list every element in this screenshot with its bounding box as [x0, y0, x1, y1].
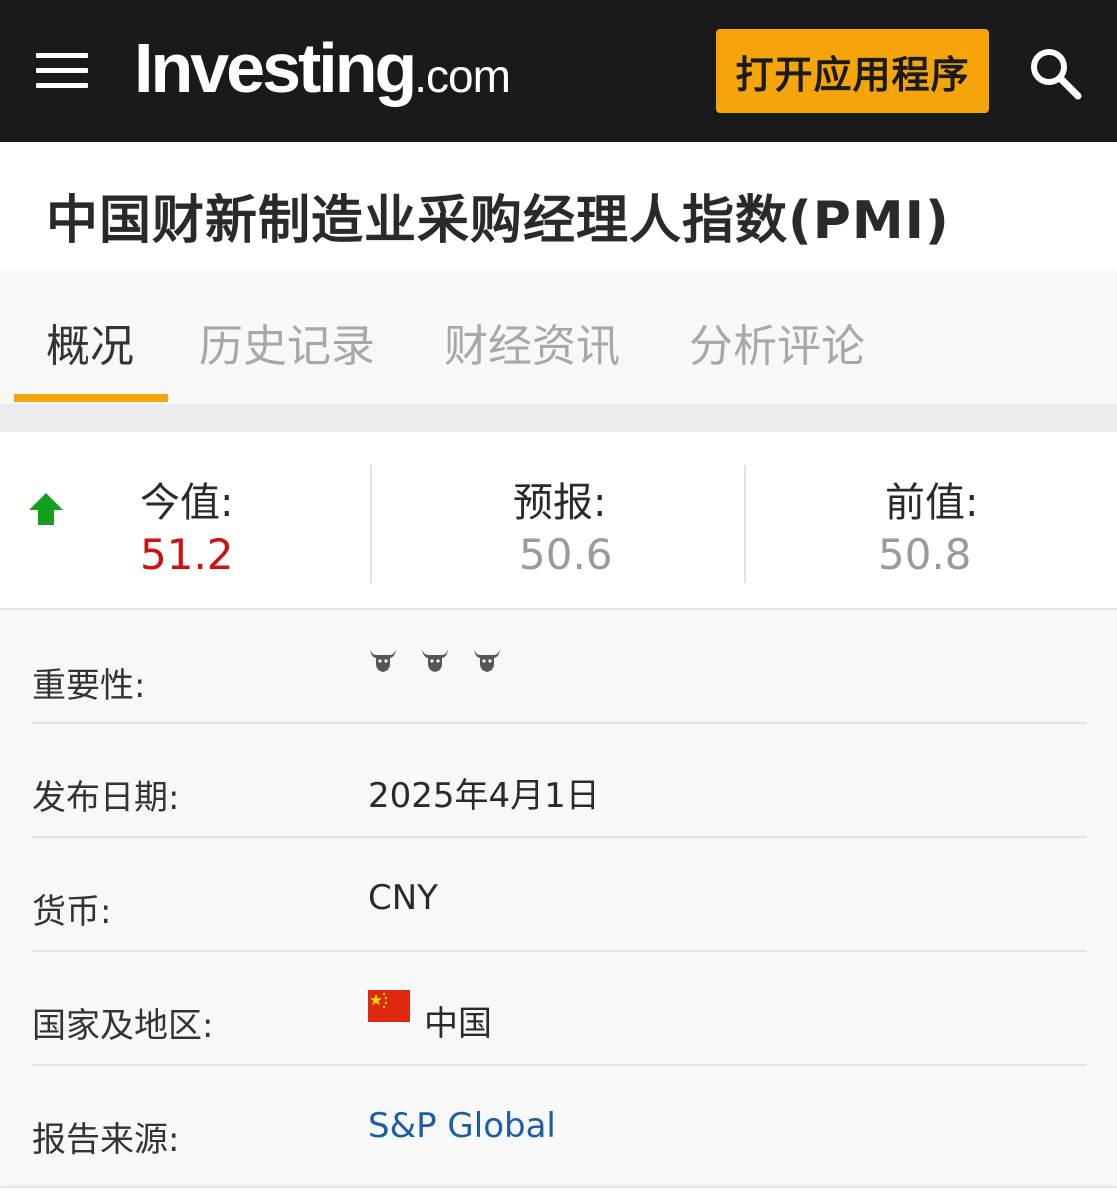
active-tab-indicator [14, 394, 168, 402]
currency-value: CNY [368, 878, 438, 918]
tab-overview[interactable]: 概况 [46, 310, 134, 374]
next-card-edge [0, 1188, 1117, 1200]
tab-bar: 概况 历史记录 财经资讯 分析评论 [0, 270, 1117, 404]
release-date-value: 2025年4月1日 [368, 776, 600, 816]
country-value: 中国 [424, 1004, 492, 1044]
divider [744, 465, 746, 583]
logo-domain-text: .com [414, 50, 511, 102]
country-row: 国家及地区: 中国 [32, 952, 1086, 1066]
importance-rating [368, 646, 502, 674]
china-flag-icon [368, 990, 410, 1022]
source-row: 报告来源: S&P Global [32, 1066, 1086, 1180]
top-navigation-bar: Investing.com 打开应用程序 [0, 0, 1117, 142]
previous-value: 50.8 [878, 530, 972, 579]
search-icon[interactable] [1027, 45, 1083, 101]
previous-label: 前值: [885, 480, 979, 526]
bull-icon [474, 649, 500, 672]
investing-logo[interactable]: Investing.com [134, 28, 511, 108]
importance-label: 重要性: [32, 666, 146, 706]
values-summary: 今值: 51.2 预报: 50.6 前值: 50.8 [0, 432, 1117, 610]
currency-row: 货币: CNY [32, 838, 1086, 952]
up-arrow-icon [29, 493, 63, 525]
country-label: 国家及地区: [32, 1006, 214, 1046]
page-title: 中国财新制造业采购经理人指数(PMI) [46, 191, 950, 251]
section-spacer [0, 404, 1117, 432]
divider [370, 465, 372, 583]
forecast-value: 50.6 [519, 530, 613, 579]
currency-label: 货币: [32, 892, 112, 932]
source-link[interactable]: S&P Global [368, 1106, 556, 1146]
bull-icon [370, 649, 396, 672]
event-details: 重要性: 发布日期: 2025年4月1日 货币: CNY 国家及地区: 中国 报… [0, 610, 1117, 1188]
source-label: 报告来源: [32, 1120, 180, 1160]
logo-brand-text: Investing [134, 29, 417, 107]
release-date-label: 发布日期: [32, 778, 180, 818]
actual-value: 51.2 [140, 530, 234, 579]
tab-news[interactable]: 财经资讯 [444, 310, 620, 374]
importance-row: 重要性: [32, 610, 1086, 724]
title-section: 中国财新制造业采购经理人指数(PMI) [0, 142, 1117, 270]
tab-analysis[interactable]: 分析评论 [689, 310, 865, 374]
bull-icon [422, 649, 448, 672]
release-date-row: 发布日期: 2025年4月1日 [32, 724, 1086, 838]
forecast-label: 预报: [513, 480, 607, 526]
actual-label: 今值: [140, 480, 234, 526]
open-app-button[interactable]: 打开应用程序 [716, 29, 989, 113]
tab-history[interactable]: 历史记录 [199, 310, 375, 374]
menu-icon[interactable] [36, 53, 88, 89]
